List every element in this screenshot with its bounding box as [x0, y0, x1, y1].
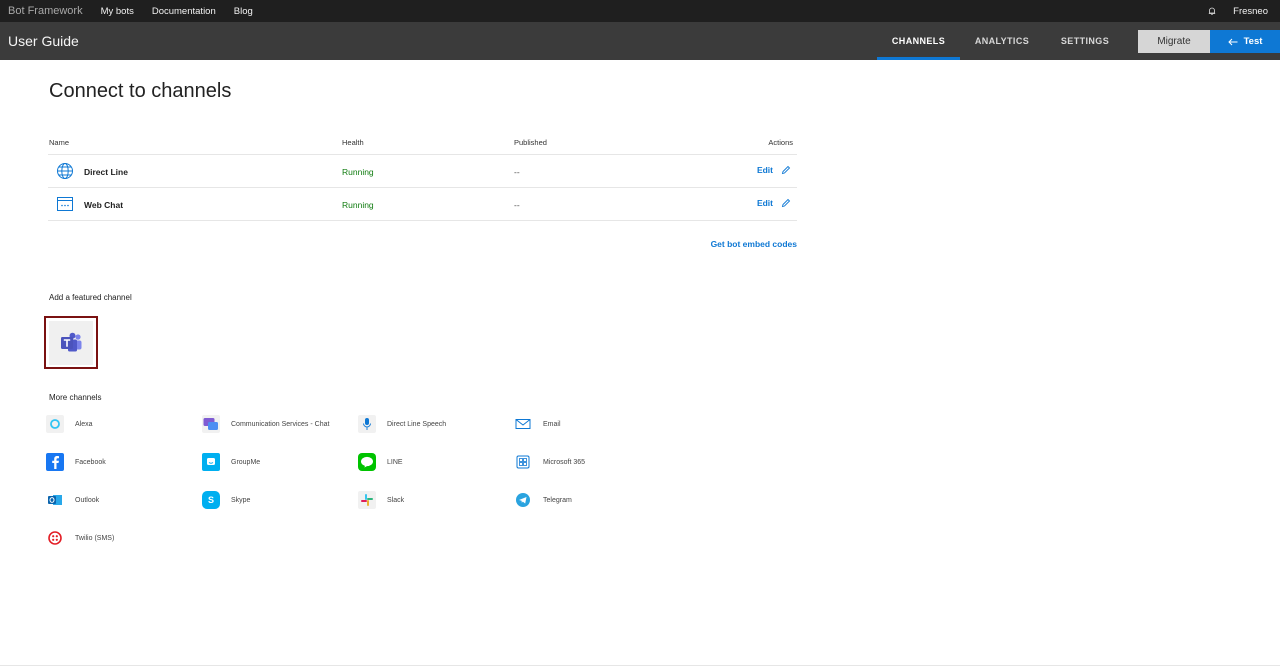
column-header-name: Name [49, 138, 70, 147]
svg-text:S: S [208, 495, 214, 505]
footer-divider [0, 665, 1280, 666]
user-name[interactable]: Fresneo [1233, 6, 1268, 17]
test-button[interactable]: Test [1210, 30, 1280, 53]
slack-icon [358, 491, 376, 509]
page-header: User Guide CHANNELS ANALYTICS SETTINGS M… [0, 22, 1280, 60]
facebook-icon [46, 453, 64, 471]
edit-label: Edit [756, 165, 773, 175]
tab-channels[interactable]: CHANNELS [877, 22, 960, 60]
channel-label: Skype [231, 496, 251, 504]
arrow-left-icon [1227, 38, 1238, 45]
skype-icon: S [202, 491, 220, 509]
channel-label: Slack [387, 496, 405, 504]
top-right-area: Fresneo [1207, 0, 1268, 22]
web-chat-icon [57, 197, 73, 211]
telegram-icon [514, 491, 532, 509]
published-value: -- [514, 200, 520, 210]
channel-label: Alexa [75, 420, 93, 428]
health-status: Running [342, 167, 374, 177]
teams-tile [49, 320, 93, 365]
channel-label: Communication Services - Chat [231, 420, 330, 428]
pencil-icon [781, 165, 791, 175]
channel-label: Twilio (SMS) [75, 534, 115, 542]
channel-label: Facebook [75, 458, 106, 466]
top-nav-bar: Bot Framework My bots Documentation Blog… [0, 0, 1280, 22]
alexa-icon [46, 415, 64, 433]
published-value: -- [514, 167, 520, 177]
migrate-button[interactable]: Migrate [1138, 30, 1210, 53]
channel-label: Telegram [543, 496, 572, 504]
channel-name[interactable]: Web Chat [84, 200, 123, 210]
nav-documentation[interactable]: Documentation [152, 6, 216, 17]
brand-name[interactable]: Bot Framework [8, 5, 83, 17]
channel-microsoft-365[interactable]: Microsoft 365 [514, 453, 664, 471]
column-header-published: Published [514, 138, 547, 147]
get-embed-codes-link[interactable]: Get bot embed codes [711, 239, 797, 249]
channel-label: Outlook [75, 496, 100, 504]
globe-icon [57, 163, 73, 179]
line-icon [358, 453, 376, 471]
channel-direct-line-speech[interactable]: Direct Line Speech [358, 415, 508, 433]
column-header-actions: Actions [768, 138, 793, 147]
teams-channel-card[interactable] [44, 316, 98, 369]
tab-settings[interactable]: SETTINGS [1044, 22, 1126, 60]
edit-button[interactable]: Edit [757, 165, 791, 175]
outlook-icon [46, 491, 64, 509]
page-title: Connect to channels [49, 80, 232, 102]
email-icon [514, 415, 532, 433]
twilio-icon [46, 529, 64, 547]
groupme-icon [202, 453, 220, 471]
more-channels-heading: More channels [49, 393, 102, 402]
teams-icon [61, 332, 82, 351]
health-status: Running [342, 200, 374, 210]
column-header-health: Health [342, 138, 364, 147]
channel-label: Microsoft 365 [543, 458, 586, 466]
channel-skype[interactable]: S Skype [202, 491, 352, 509]
test-button-label: Test [1243, 36, 1263, 47]
channels-table: Name Health Published Actions Direct Lin… [48, 134, 797, 221]
edit-label: Edit [756, 198, 773, 208]
channel-groupme[interactable]: GroupMe [202, 453, 352, 471]
bell-icon[interactable] [1207, 6, 1217, 16]
channel-label: Direct Line Speech [387, 420, 447, 428]
tab-bar: CHANNELS ANALYTICS SETTINGS [877, 22, 1126, 60]
table-row: Web Chat Running -- Edit [48, 188, 797, 221]
featured-channel-heading: Add a featured channel [49, 293, 132, 302]
microsoft-365-icon [514, 453, 532, 471]
table-header: Name Health Published Actions [48, 134, 797, 155]
channel-communication-services[interactable]: Communication Services - Chat [202, 415, 352, 433]
pencil-icon [781, 198, 791, 208]
channel-label: LINE [387, 458, 403, 466]
channel-name[interactable]: Direct Line [84, 167, 128, 177]
channel-label: GroupMe [231, 458, 261, 466]
microphone-icon [358, 415, 376, 433]
channel-label: Email [543, 420, 561, 428]
edit-button[interactable]: Edit [757, 198, 791, 208]
channel-line[interactable]: LINE [358, 453, 508, 471]
bot-name-title: User Guide [8, 33, 79, 49]
channel-outlook[interactable]: Outlook [46, 491, 196, 509]
channel-email[interactable]: Email [514, 415, 664, 433]
channel-twilio[interactable]: Twilio (SMS) [46, 529, 196, 547]
tab-analytics[interactable]: ANALYTICS [960, 22, 1044, 60]
nav-blog[interactable]: Blog [234, 6, 253, 17]
channel-slack[interactable]: Slack [358, 491, 508, 509]
nav-my-bots[interactable]: My bots [101, 6, 134, 17]
communication-services-icon [202, 415, 220, 433]
channel-alexa[interactable]: Alexa [46, 415, 196, 433]
table-row: Direct Line Running -- Edit [48, 155, 797, 188]
channel-facebook[interactable]: Facebook [46, 453, 196, 471]
channel-telegram[interactable]: Telegram [514, 491, 664, 509]
